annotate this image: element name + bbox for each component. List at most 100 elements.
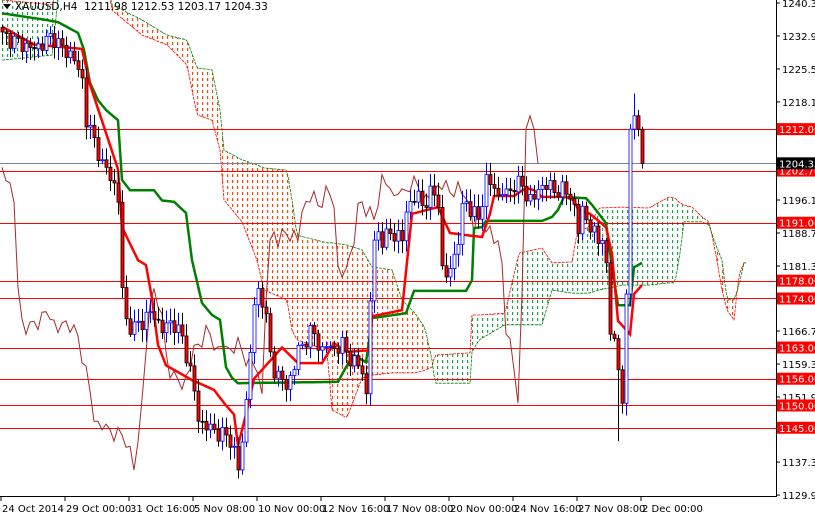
cloud-segment	[426, 332, 428, 370]
cloud-segment	[154, 27, 156, 41]
candle-body	[92, 124, 97, 139]
candle-body	[348, 350, 353, 367]
cloud-segment	[580, 230, 582, 294]
level-price-label: 1178.00	[779, 277, 815, 288]
candle	[580, 201, 585, 241]
cloud-segment	[538, 248, 540, 325]
cloud-segment	[198, 68, 200, 116]
candle	[180, 312, 185, 344]
cloud-segment	[140, 18, 142, 36]
price-chart[interactable]: 1240.30 1232.90 1225.50 1218.10 1196.10 1188.…	[0, 0, 815, 516]
candle	[104, 148, 109, 175]
candle-body	[252, 304, 257, 353]
candle-body	[516, 175, 521, 193]
candle	[624, 289, 629, 416]
time-tick-label: 20 Nov 00:00	[450, 504, 517, 515]
cloud-segment	[564, 262, 566, 293]
cloud-segment	[132, 14, 134, 29]
candle-body	[472, 206, 477, 217]
cloud-segment	[148, 23, 150, 39]
time-tick-label: 24 Nov 16:00	[514, 504, 581, 515]
candle	[424, 193, 429, 220]
cloud-segment	[306, 237, 308, 344]
candle-body	[336, 348, 341, 354]
cloud-segment	[226, 151, 228, 205]
cloud-segment	[348, 245, 350, 416]
candle	[64, 36, 69, 68]
cloud-segment	[618, 207, 620, 286]
candle	[376, 222, 381, 251]
cloud-segment	[678, 201, 680, 265]
cloud-segment	[586, 227, 588, 294]
cloud-segment	[666, 197, 668, 284]
cloud-segment	[626, 207, 628, 286]
candle-body	[76, 60, 81, 70]
cloud-segment	[622, 207, 624, 286]
cloud-segment	[230, 153, 232, 210]
candle-body	[480, 206, 485, 220]
candle-body	[572, 198, 577, 205]
candle-body	[416, 190, 421, 203]
candle-body	[16, 35, 21, 39]
cloud-segment	[254, 163, 256, 258]
candle-body	[560, 181, 565, 198]
cloud-segment	[462, 353, 464, 384]
candle-body	[180, 324, 185, 337]
candle-body	[204, 420, 209, 431]
candle-body	[312, 325, 317, 335]
candle-body	[528, 194, 533, 202]
cloud-segment	[234, 155, 236, 215]
candle-body	[176, 324, 181, 333]
cloud-segment	[184, 39, 186, 64]
candle-body	[456, 243, 461, 255]
candle-body	[392, 233, 397, 242]
candle	[488, 162, 493, 196]
candle-body	[380, 231, 385, 248]
candle	[60, 30, 65, 58]
chart-header: XAUUSD,H4 1211.98 1212.53 1203.17 1204.3…	[2, 1, 268, 13]
level-price-label: 1163.00	[779, 344, 815, 355]
candle-body	[140, 320, 145, 331]
price-tick-label: 1188.70	[782, 229, 815, 240]
cloud-segment	[464, 353, 466, 384]
level-price-label: 1145.00	[779, 424, 815, 435]
candle-body	[112, 180, 117, 184]
candle-body	[128, 318, 133, 335]
candle	[220, 417, 225, 451]
dropdown-triangle-icon[interactable]	[3, 4, 11, 9]
cloud-segment	[460, 353, 462, 384]
candle-body	[108, 166, 113, 181]
candle	[168, 308, 173, 335]
cloud-segment	[356, 247, 358, 394]
cloud-segment	[302, 236, 304, 343]
cloud-segment	[516, 257, 518, 325]
candle-body	[468, 201, 473, 217]
cloud-segment	[494, 313, 496, 332]
cloud-segment	[152, 25, 154, 40]
candle-body	[216, 429, 221, 442]
cloud-segment	[444, 354, 446, 384]
candle	[536, 180, 541, 211]
candle-body	[188, 362, 193, 367]
cloud-segment	[480, 314, 482, 340]
candle-body	[316, 333, 321, 351]
candle	[452, 241, 457, 281]
cloud-segment	[428, 341, 430, 369]
cloud-segment	[662, 199, 664, 284]
cloud-segment	[228, 152, 230, 208]
time-tick-label: 24 Oct 2014	[2, 504, 64, 515]
candle-body	[104, 159, 109, 168]
candle-body	[96, 137, 101, 162]
candle-body	[544, 185, 549, 190]
cloud-segment	[500, 313, 502, 328]
candle-body	[596, 225, 601, 244]
price-tick-label: 1181.30	[782, 262, 815, 273]
candle-body	[284, 379, 289, 390]
candle	[612, 330, 617, 342]
candle-body	[428, 185, 433, 208]
candle-body	[488, 174, 493, 185]
cloud-segment	[242, 159, 244, 227]
candle	[244, 391, 249, 448]
cloud-segment	[512, 274, 514, 325]
candle-body	[616, 338, 621, 371]
